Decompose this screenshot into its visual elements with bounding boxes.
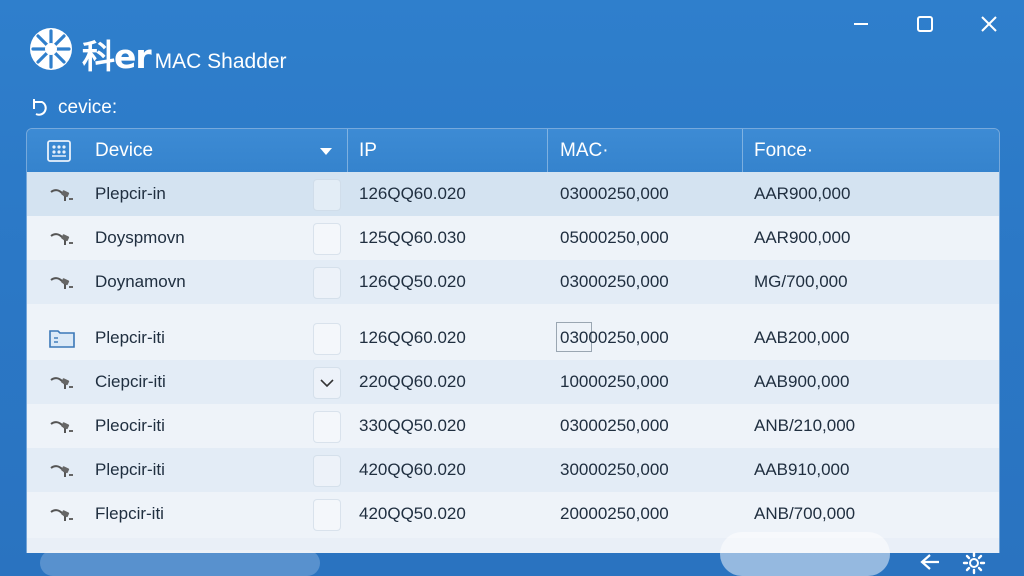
ip-cell: 126QQ50.020 [359, 272, 466, 291]
table-row[interactable]: Plepcir-iti 420QQ60.020 30000250,000 AAB… [27, 448, 999, 492]
plug-icon [50, 509, 73, 521]
plug-icon [50, 277, 73, 289]
plug-icon [50, 233, 73, 245]
fonce-cell: AAB200,000 [754, 328, 850, 347]
maximize-icon [917, 16, 933, 32]
mac-cell: 05000250,000 [560, 228, 669, 247]
table-row[interactable]: Plepcir-in 126QQ60.020 03000250,000 AAR9… [27, 172, 999, 216]
row-dropdown[interactable] [313, 367, 341, 399]
fonce-cell: ANB/210,000 [754, 416, 856, 435]
row-checkbox[interactable] [313, 223, 341, 255]
device-cell: Pleocir-iti [95, 416, 165, 435]
row-checkbox[interactable] [313, 411, 341, 443]
app-name: MAC Shadder [154, 50, 287, 73]
column-header-fonce[interactable]: Fonce· [754, 129, 813, 172]
plug-icon [50, 189, 73, 201]
device-cell: Plepcir-iti [95, 460, 165, 479]
table-row[interactable]: Pleocir-iti 330QQ50.020 03000250,000 ANB… [27, 404, 999, 448]
fonce-cell: AAB910,000 [754, 460, 850, 479]
network-grid-icon [47, 140, 71, 162]
device-cell: Plepcir-iti [95, 328, 165, 347]
device-cell: Doyspmovn [95, 228, 185, 247]
mac-cell: 03000250,000 [560, 328, 669, 347]
plug-icon [50, 421, 73, 433]
device-cell: Flepcir-iti [95, 504, 164, 523]
device-section-label: cevice: [28, 96, 117, 120]
ip-cell: 330QQ50.020 [359, 416, 466, 435]
ip-cell: 220QQ60.020 [359, 372, 466, 391]
settings-gear-icon[interactable] [962, 551, 986, 575]
fonce-cell: AAR900,000 [754, 184, 851, 203]
mac-cell: 10000250,000 [560, 372, 669, 391]
row-checkbox[interactable] [313, 267, 341, 299]
row-checkbox[interactable] [313, 323, 341, 355]
close-button[interactable] [974, 10, 1004, 38]
column-divider[interactable] [347, 129, 348, 172]
section-label-text: cevice: [58, 97, 118, 118]
maximize-button[interactable] [910, 10, 940, 38]
table-row[interactable]: Ciepcir-iti 220QQ60.020 10000250,000 AAB… [27, 360, 999, 404]
column-header-fonce-label: Fonce· [754, 139, 814, 161]
mac-cell: 03000250,000 [560, 416, 669, 435]
row-checkbox[interactable] [313, 455, 341, 487]
app-logo-icon [30, 28, 72, 70]
device-cell: Doynamovn [95, 272, 186, 291]
minimize-button[interactable] [846, 10, 876, 38]
column-header-ip-label: IP [359, 139, 377, 161]
chevron-down-icon [320, 378, 334, 387]
chevron-down-icon[interactable] [319, 147, 333, 156]
mac-cell: 03000250,000 [560, 184, 669, 203]
device-cell: Ciepcir-iti [95, 372, 166, 391]
back-arrow-icon[interactable] [918, 551, 942, 573]
ip-cell: 420QQ50.020 [359, 504, 466, 523]
table-row[interactable]: Doynamovn 126QQ50.020 03000250,000 MG/70… [27, 260, 999, 304]
mac-cell: 03000250,000 [560, 272, 669, 291]
table-header: Device IP MAC· Fonce· [27, 129, 999, 172]
refresh-icon[interactable] [28, 97, 50, 119]
bottom-highlight [40, 550, 320, 576]
bottom-highlight [720, 532, 890, 576]
plug-icon [50, 377, 73, 389]
close-icon [981, 16, 997, 32]
fonce-cell: AAB900,000 [754, 372, 850, 391]
column-header-ip[interactable]: IP [359, 129, 377, 172]
device-table: Device IP MAC· Fonce· Plepcir-in 126QQ60… [26, 128, 1000, 553]
title-bar: 科er MAC Shadder [0, 0, 1024, 90]
fonce-cell: ANB/700,000 [754, 504, 856, 523]
column-divider[interactable] [547, 129, 548, 172]
mac-cell: 30000250,000 [560, 460, 669, 479]
minimize-icon [854, 23, 868, 25]
row-checkbox[interactable] [313, 179, 341, 211]
fonce-cell: MG/700,000 [754, 272, 848, 291]
row-checkbox[interactable] [313, 499, 341, 531]
plug-icon [50, 465, 73, 477]
ip-cell: 126QQ60.020 [359, 184, 466, 203]
table-row[interactable]: Plepcir-iti 126QQ60.020 03000250,000 AAB… [27, 316, 999, 360]
table-body: Plepcir-in 126QQ60.020 03000250,000 AAR9… [27, 172, 999, 553]
column-header-mac-label: MAC· [560, 139, 609, 161]
mac-cell: 20000250,000 [560, 504, 669, 523]
app-brand: 科er [82, 37, 152, 76]
column-header-device[interactable]: Device [95, 129, 153, 172]
ip-cell: 420QQ60.020 [359, 460, 466, 479]
app-title: 科er MAC Shadder [82, 30, 287, 76]
column-header-mac[interactable]: MAC· [560, 129, 609, 172]
column-header-device-label: Device [95, 139, 154, 161]
column-divider[interactable] [742, 129, 743, 172]
table-row[interactable]: Flepcir-iti 420QQ50.020 20000250,000 ANB… [27, 492, 999, 536]
fonce-cell: AAR900,000 [754, 228, 851, 247]
table-row[interactable]: Doyspmovn 125QQ60.030 05000250,000 AAR90… [27, 216, 999, 260]
folder-icon [49, 330, 75, 348]
device-cell: Plepcir-in [95, 184, 166, 203]
ip-cell: 125QQ60.030 [359, 228, 466, 247]
ip-cell: 126QQ60.020 [359, 328, 466, 347]
